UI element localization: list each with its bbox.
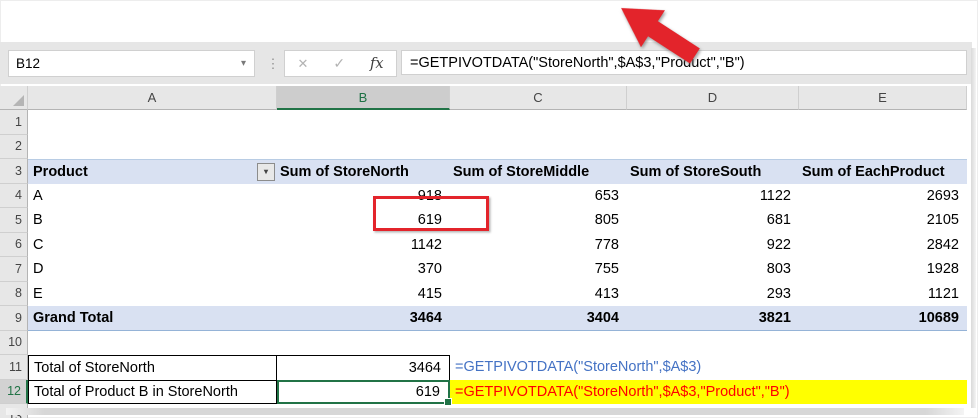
grid-row-4: 4 A 918 653 1122 2693: [0, 183, 978, 209]
cell-A4[interactable]: A: [28, 184, 277, 209]
cell-E7[interactable]: 1928: [799, 257, 967, 282]
column-header-B[interactable]: B: [277, 86, 450, 110]
cell-D5[interactable]: 681: [627, 208, 799, 233]
grid-row-10: 10: [0, 330, 978, 355]
grid-row-5: 5 B 619 805 681 2105: [0, 208, 978, 233]
cell-B3-pivot-header[interactable]: Sum of StoreNorth: [277, 159, 450, 184]
row-header-12[interactable]: 12: [0, 379, 28, 404]
filter-dropdown-icon: ▾: [263, 167, 268, 177]
cell-E3-pivot-header[interactable]: Sum of EachProduct: [799, 159, 967, 184]
cell-A7[interactable]: D: [28, 257, 277, 282]
cell-C3-pivot-header[interactable]: Sum of StoreMiddle: [450, 159, 627, 184]
cell-E9-grand-total[interactable]: 10689: [799, 306, 967, 331]
cell-C7[interactable]: 755: [450, 257, 627, 282]
pivot-field-label: Product: [33, 163, 88, 180]
enter-icon[interactable]: ✓: [333, 55, 345, 72]
row-header-7[interactable]: 7: [0, 257, 28, 282]
name-box-dropdown-icon[interactable]: ▾: [241, 58, 254, 69]
cell-B11-value[interactable]: 3464: [277, 355, 450, 380]
worksheet-grid: 1 2 3 Product ▾ Sum of StoreNorth Sum of…: [0, 110, 978, 418]
cell-C11-formula-note[interactable]: =GETPIVOTDATA("StoreNorth",$A$3): [450, 355, 701, 380]
cell-D3-pivot-header[interactable]: Sum of StoreSouth: [627, 159, 799, 184]
cell-D7[interactable]: 803: [627, 257, 799, 282]
select-all-icon: [13, 95, 24, 106]
grid-row-7: 7 D 370 755 803 1928: [0, 257, 978, 282]
row-header-2[interactable]: 2: [0, 134, 28, 159]
cell-A9-grand-total[interactable]: Grand Total: [28, 306, 277, 331]
cell-A6[interactable]: C: [28, 233, 277, 258]
cell-C6[interactable]: 778: [450, 233, 627, 258]
formula-bar-separator: ⋮: [266, 55, 280, 71]
select-all-button[interactable]: [0, 86, 28, 110]
name-box-value: B12: [16, 56, 41, 71]
row-header-11[interactable]: 11: [0, 355, 28, 380]
column-headers: A B C D E: [0, 86, 967, 110]
red-highlight-box: [373, 196, 489, 231]
row-header-1[interactable]: 1: [0, 110, 28, 135]
cell-A8[interactable]: E: [28, 282, 277, 307]
column-header-A[interactable]: A: [28, 86, 277, 110]
cell-B12-selected[interactable]: 619: [277, 379, 452, 406]
row-header-9[interactable]: 9: [0, 306, 28, 331]
formula-bar-buttons: ✕ ✓ fx: [284, 50, 397, 77]
cell-C12-formula-highlight[interactable]: =GETPIVOTDATA("StoreNorth",$A$3,"Product…: [450, 379, 967, 404]
formula-bar: B12 ▾ ⋮ ✕ ✓ fx =GETPIVOTDATA("StoreNorth…: [0, 42, 972, 84]
grid-row-6: 6 C 1142 778 922 2842: [0, 232, 978, 258]
column-header-C[interactable]: C: [450, 86, 627, 110]
row-header-10[interactable]: 10: [0, 330, 28, 355]
cell-A5[interactable]: B: [28, 208, 277, 233]
bottom-shadow: [6, 408, 964, 415]
filter-dropdown-button[interactable]: ▾: [257, 162, 275, 181]
right-shadow: [971, 48, 976, 408]
cell-B8[interactable]: 415: [277, 282, 450, 307]
cell-B9-grand-total[interactable]: 3464: [277, 306, 450, 331]
grid-row-8: 8 E 415 413 293 1121: [0, 281, 978, 307]
column-header-D[interactable]: D: [627, 86, 799, 110]
cell-A11-label[interactable]: Total of StoreNorth: [28, 355, 277, 380]
cell-C9-grand-total[interactable]: 3404: [450, 306, 627, 331]
cell-E4[interactable]: 2693: [799, 184, 967, 209]
grid-row-9: 9 Grand Total 3464 3404 3821 10689: [0, 306, 978, 331]
cell-D6[interactable]: 922: [627, 233, 799, 258]
insert-function-icon[interactable]: fx: [370, 56, 384, 72]
row-header-8[interactable]: 8: [0, 281, 28, 306]
cell-D8[interactable]: 293: [627, 282, 799, 307]
column-header-E[interactable]: E: [799, 86, 967, 110]
cell-E6[interactable]: 2842: [799, 233, 967, 258]
grid-row-11: 11 Total of StoreNorth 3464 =GETPIVOTDAT…: [0, 355, 978, 380]
grid-row-2: 2: [0, 134, 978, 159]
cell-A3-pivot-header[interactable]: Product ▾: [28, 159, 277, 184]
cell-D9-grand-total[interactable]: 3821: [627, 306, 799, 331]
row-header-3[interactable]: 3: [0, 159, 28, 184]
cell-C8[interactable]: 413: [450, 282, 627, 307]
grid-row-1: 1: [0, 110, 978, 135]
row-header-5[interactable]: 5: [0, 208, 28, 233]
grid-row-3: 3 Product ▾ Sum of StoreNorth Sum of Sto…: [0, 159, 978, 184]
cell-E8[interactable]: 1121: [799, 282, 967, 307]
name-box[interactable]: B12 ▾: [8, 50, 255, 77]
cell-A12-label[interactable]: Total of Product B in StoreNorth: [28, 379, 277, 404]
cancel-icon[interactable]: ✕: [297, 56, 308, 72]
cell-E5[interactable]: 2105: [799, 208, 967, 233]
grid-row-12: 12 Total of Product B in StoreNorth 619 …: [0, 379, 978, 406]
row-header-6[interactable]: 6: [0, 232, 28, 257]
cell-D4[interactable]: 1122: [627, 184, 799, 209]
excel-window: B12 ▾ ⋮ ✕ ✓ fx =GETPIVOTDATA("StoreNorth…: [0, 0, 978, 418]
cell-B7[interactable]: 370: [277, 257, 450, 282]
cell-B6[interactable]: 1142: [277, 233, 450, 258]
row-header-4[interactable]: 4: [0, 183, 28, 208]
